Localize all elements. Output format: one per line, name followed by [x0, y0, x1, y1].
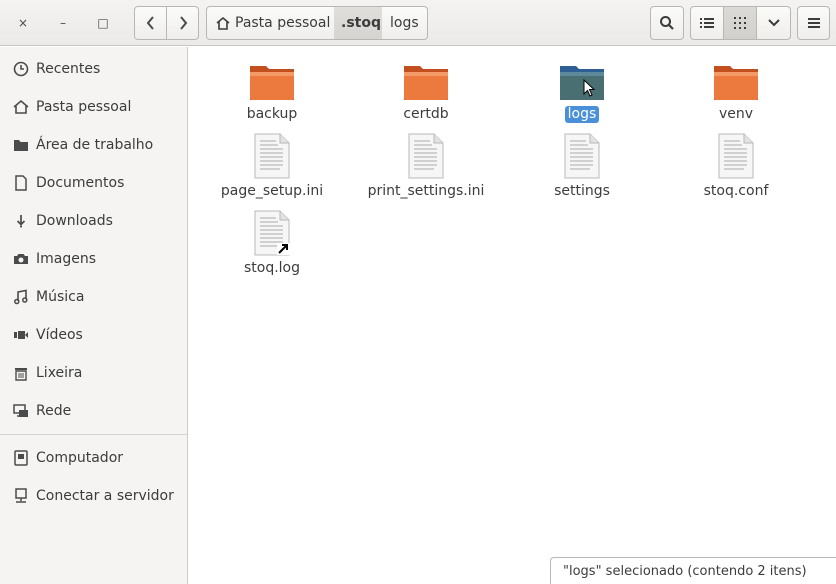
- folder-icon: [714, 66, 758, 100]
- search-button[interactable]: [650, 6, 684, 40]
- network-icon: [12, 402, 30, 420]
- file-name: print_settings.ini: [367, 183, 485, 199]
- status-bar: "logs" selecionado (contendo 2 itens): [550, 557, 836, 584]
- computer-icon: [12, 449, 30, 467]
- sidebar-item-label: Vídeos: [36, 327, 83, 343]
- maximize-icon: □: [97, 16, 109, 30]
- music-icon: [12, 288, 30, 306]
- camera-icon: [12, 250, 30, 268]
- file-name: settings: [554, 183, 610, 199]
- file-name: stoq.log: [243, 260, 301, 276]
- video-icon: [12, 326, 30, 344]
- file-name: backup: [246, 106, 298, 122]
- grid-icon: [734, 17, 746, 29]
- list-icon: [700, 18, 714, 28]
- sidebar-item-musica[interactable]: Música: [0, 278, 187, 316]
- file-item-venv[interactable]: venv: [658, 62, 814, 138]
- list-view-button[interactable]: [690, 6, 724, 40]
- home-icon: [216, 16, 230, 30]
- sidebar-item-videos[interactable]: Vídeos: [0, 316, 187, 354]
- sidebar-item-pasta-pessoal[interactable]: Pasta pessoal: [0, 88, 187, 126]
- sidebar-item-label: Recentes: [36, 61, 101, 77]
- document-icon: [12, 174, 30, 192]
- sidebar-item-area-de-trabalho[interactable]: Área de trabalho: [0, 126, 187, 164]
- breadcrumb-logs[interactable]: logs: [382, 6, 428, 40]
- hamburger-icon: [807, 18, 820, 28]
- sidebar-item-label: Documentos: [36, 175, 125, 191]
- chevron-down-icon: [767, 19, 780, 27]
- file-item-certdb[interactable]: certdb: [348, 62, 504, 138]
- minimize-window-button[interactable]: –: [50, 10, 76, 36]
- sidebar-item-rede[interactable]: Rede: [0, 392, 187, 430]
- sidebar-item-recentes[interactable]: Recentes: [0, 50, 187, 88]
- sidebar-separator: [0, 434, 187, 435]
- chevron-right-icon: [179, 16, 187, 30]
- breadcrumb-label: Pasta pessoal: [235, 15, 331, 31]
- file-item-settings[interactable]: settings: [504, 133, 660, 209]
- trash-icon: [12, 364, 30, 382]
- sidebar-item-label: Imagens: [36, 251, 97, 267]
- sidebar: Recentes Pasta pessoal Área de trabalho …: [0, 47, 188, 584]
- back-button[interactable]: [134, 6, 167, 40]
- desktop-folder-icon: [12, 136, 30, 154]
- text-file-icon: [564, 133, 600, 179]
- file-item-backup[interactable]: backup: [194, 62, 350, 138]
- status-text: "logs" selecionado (contendo 2 itens): [563, 563, 807, 579]
- menu-button[interactable]: [797, 6, 830, 40]
- text-file-icon: [718, 133, 754, 179]
- header-bar: × – □ Pasta pessoal .stoq logs: [0, 0, 836, 46]
- text-file-icon: [254, 133, 290, 179]
- file-name: page_setup.ini: [220, 183, 324, 199]
- file-item-stoq-log[interactable]: stoq.log: [194, 210, 350, 286]
- server-icon: [12, 487, 30, 505]
- sidebar-item-downloads[interactable]: Downloads: [0, 202, 187, 240]
- view-options-button[interactable]: [757, 6, 791, 40]
- breadcrumb-label: logs: [390, 15, 419, 31]
- clock-icon: [12, 60, 30, 78]
- sidebar-item-label: Rede: [36, 403, 72, 419]
- file-item-print-settings-ini[interactable]: print_settings.ini: [348, 133, 504, 209]
- close-window-button[interactable]: ×: [10, 10, 36, 36]
- folder-icon: [404, 66, 448, 100]
- breadcrumb-home[interactable]: Pasta pessoal: [206, 6, 338, 40]
- breadcrumb-label: .stoq: [341, 15, 381, 31]
- folder-icon: [560, 66, 604, 100]
- sidebar-item-label: Conectar a servidor: [36, 488, 174, 504]
- file-item-logs[interactable]: logs: [504, 62, 660, 138]
- maximize-window-button[interactable]: □: [90, 10, 116, 36]
- sidebar-item-computador[interactable]: Computador: [0, 439, 187, 477]
- sidebar-item-label: Área de trabalho: [36, 137, 154, 153]
- file-name: logs: [564, 106, 600, 123]
- file-name: certdb: [403, 106, 449, 122]
- sidebar-item-label: Pasta pessoal: [36, 99, 132, 115]
- file-name: venv: [718, 106, 754, 122]
- sidebar-item-conectar-a-servidor[interactable]: Conectar a servidor: [0, 477, 187, 515]
- sidebar-item-label: Computador: [36, 450, 124, 466]
- file-name: stoq.conf: [703, 183, 769, 199]
- download-icon: [12, 212, 30, 230]
- file-item-stoq-conf[interactable]: stoq.conf: [658, 133, 814, 209]
- sidebar-item-documentos[interactable]: Documentos: [0, 164, 187, 202]
- sidebar-item-label: Downloads: [36, 213, 113, 229]
- home-icon: [12, 98, 30, 116]
- forward-button[interactable]: [167, 6, 199, 40]
- file-view[interactable]: backup certdb logs venv page_setup.ini p…: [189, 47, 836, 584]
- search-icon: [660, 16, 674, 30]
- sidebar-item-label: Música: [36, 289, 85, 305]
- text-file-link-icon: [254, 210, 290, 256]
- sidebar-item-label: Lixeira: [36, 365, 83, 381]
- chevron-left-icon: [146, 16, 154, 30]
- file-item-page-setup-ini[interactable]: page_setup.ini: [194, 133, 350, 209]
- breadcrumb-stoq[interactable]: .stoq: [334, 6, 389, 40]
- text-file-icon: [408, 133, 444, 179]
- folder-icon: [250, 66, 294, 100]
- sidebar-item-imagens[interactable]: Imagens: [0, 240, 187, 278]
- sidebar-item-lixeira[interactable]: Lixeira: [0, 354, 187, 392]
- grid-view-button[interactable]: [724, 6, 757, 40]
- minimize-icon: –: [60, 16, 66, 30]
- close-icon: ×: [17, 16, 29, 30]
